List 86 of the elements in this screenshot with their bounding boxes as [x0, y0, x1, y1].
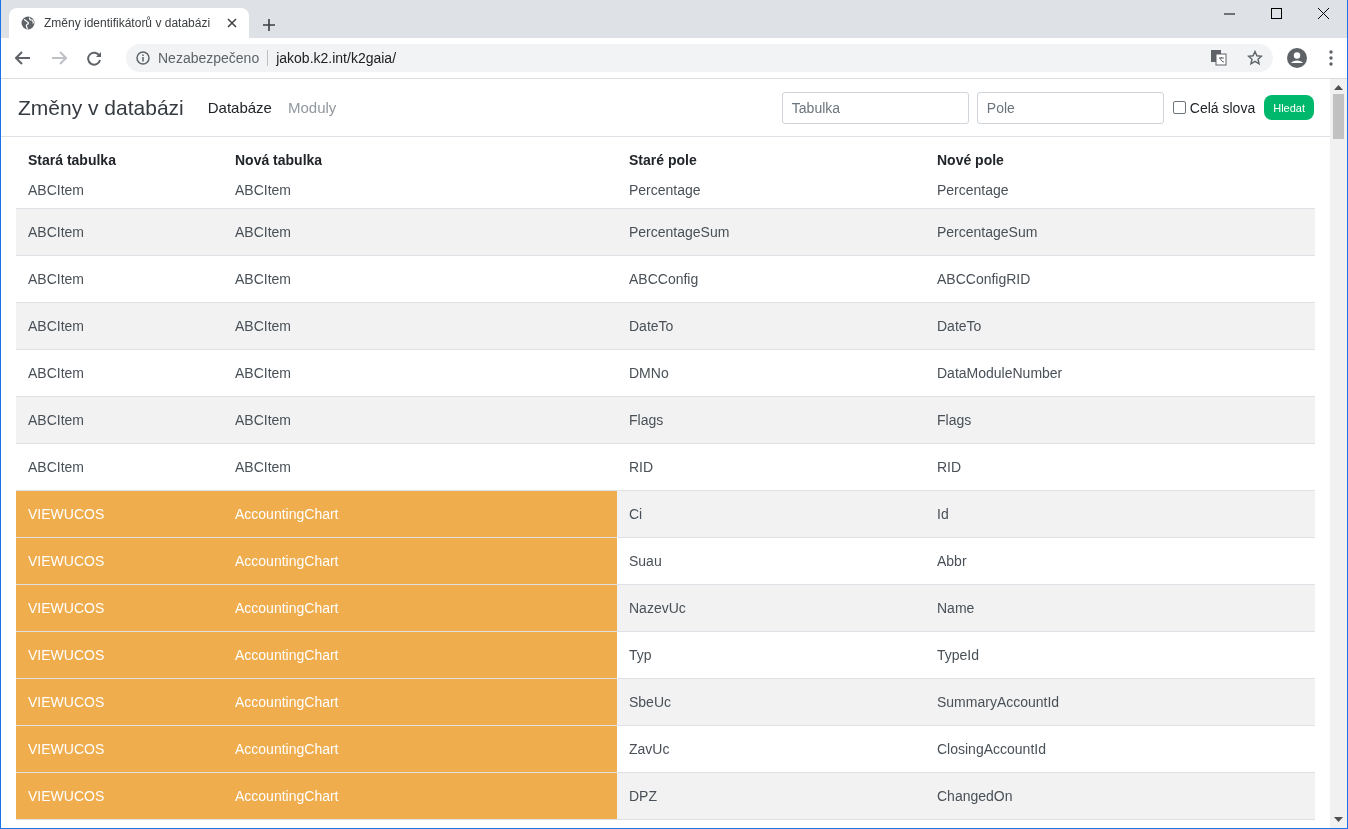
table-cell: AccountingChart [223, 585, 617, 631]
table-cell-text: Typ [628, 646, 653, 665]
table-cell-text: Flags [628, 411, 665, 430]
table-cell: AccountingChart [223, 491, 617, 537]
table-cell-text: DataModuleNumber [936, 364, 1064, 383]
table-cell-text: ABCItem [27, 183, 85, 200]
table-cell-text: ABCItem [234, 317, 292, 336]
table-cell: AccountingChart [223, 773, 617, 819]
column-header: Stará tabulka [27, 152, 117, 168]
reload-icon[interactable] [87, 50, 102, 66]
table-cell-text: SbeUc [628, 693, 673, 712]
address-bar[interactable]: Nezabezpečeno jakob.k2.int/k2gaia/ [126, 44, 1273, 72]
table-cell-text: DMNo [628, 364, 670, 383]
scrollbar-thumb[interactable] [1333, 94, 1344, 139]
whole-words-checkbox[interactable] [1172, 101, 1186, 114]
table-cell-text: Percentage [628, 183, 702, 200]
table-cell-text: ABCItem [234, 458, 292, 477]
scroll-up-icon[interactable] [1334, 85, 1343, 90]
table-cell-text: DateTo [936, 317, 983, 336]
table-cell: VIEWUCOS [16, 679, 223, 725]
security-label: Nezabezpečeno [158, 50, 260, 66]
browser-tab[interactable]: Změny identifikátorů v databázi [9, 8, 249, 38]
table-cell-text: ABCItem [234, 411, 292, 430]
table-cell-text: ABCItem [27, 411, 85, 430]
maximize-icon[interactable] [1271, 8, 1282, 19]
back-icon[interactable] [15, 51, 31, 65]
table-cell-text: Flags [936, 411, 973, 430]
table-cell-text: SummaryAccountId [936, 693, 1061, 712]
table-cell-text: ABCItem [27, 270, 85, 289]
table-cell-text: ABCItem [234, 364, 292, 383]
table-cell-text: ChangedOn [936, 787, 1014, 806]
table-cell-text: NazevUc [628, 599, 687, 618]
table-cell-text: ClosingAccountId [936, 740, 1047, 759]
table-cell-text: Name [936, 599, 976, 618]
account-icon[interactable] [1287, 48, 1307, 68]
table-cell-text: ABCItem [234, 270, 292, 289]
table-cell-text: Suau [628, 552, 663, 571]
column-header: Staré pole [628, 152, 698, 168]
table-cell-text: ABCItem [234, 223, 292, 242]
table-cell: AccountingChart [223, 632, 617, 678]
table-cell-text: DPZ [628, 787, 658, 806]
table-filter-field[interactable]: Tabulka [781, 91, 969, 124]
table-cell-text: Id [936, 505, 950, 524]
table-cell: AccountingChart [223, 679, 617, 725]
table-cell-text: Percentage [936, 183, 1010, 200]
table-cell: AccountingChart [223, 538, 617, 584]
page-title: Změny v databázi [18, 95, 184, 120]
menu-icon[interactable] [1329, 50, 1333, 66]
table-cell-text: ABCItem [27, 364, 85, 383]
translate-icon[interactable] [1211, 50, 1227, 66]
nav-link[interactable]: Databáze [207, 99, 272, 116]
tab-title: Změny identifikátorů v databázi [44, 16, 212, 30]
table-cell-text: ABCConfig [628, 270, 700, 289]
table-cell-text: PercentageSum [936, 223, 1039, 242]
close-icon[interactable] [227, 18, 237, 28]
scroll-down-icon[interactable] [1334, 817, 1343, 822]
table-cell-text: DateTo [628, 317, 675, 336]
table-cell: VIEWUCOS [16, 773, 223, 819]
field-filter-field[interactable]: Pole [976, 91, 1164, 124]
table-cell: AccountingChart [223, 726, 617, 772]
url-text: jakob.k2.int/k2gaia/ [276, 50, 398, 66]
table-cell-text: ABCItem [27, 223, 85, 242]
table-cell-text: PercentageSum [628, 223, 731, 242]
table-cell-text: RID [936, 458, 963, 477]
new-tab-icon[interactable] [263, 19, 275, 31]
table-cell-text: Abbr [936, 552, 968, 571]
table-cell-text: ABCConfigRID [936, 270, 1032, 289]
checkbox-label: Celá slova [1189, 99, 1256, 116]
table-cell-text: ZavUc [628, 740, 671, 759]
globe-icon [21, 16, 35, 30]
table-cell-text: ABCItem [234, 183, 292, 200]
table-cell-text: ABCItem [27, 458, 85, 477]
table-cell-text: TypeId [936, 646, 981, 665]
column-header: Nové pole [936, 152, 1005, 168]
column-header: Nová tabulka [234, 152, 324, 168]
table-cell: VIEWUCOS [16, 538, 223, 584]
table-cell-text: ABCItem [27, 317, 85, 336]
close-icon[interactable] [1318, 8, 1329, 19]
table-cell: VIEWUCOS [16, 585, 223, 631]
table-cell: VIEWUCOS [16, 632, 223, 678]
star-icon[interactable] [1247, 50, 1263, 66]
table-cell-text: Ci [628, 505, 644, 524]
info-icon[interactable] [136, 51, 150, 65]
table-cell: VIEWUCOS [16, 491, 223, 537]
table-cell-text: RID [628, 458, 655, 477]
table-cell: VIEWUCOS [16, 726, 223, 772]
